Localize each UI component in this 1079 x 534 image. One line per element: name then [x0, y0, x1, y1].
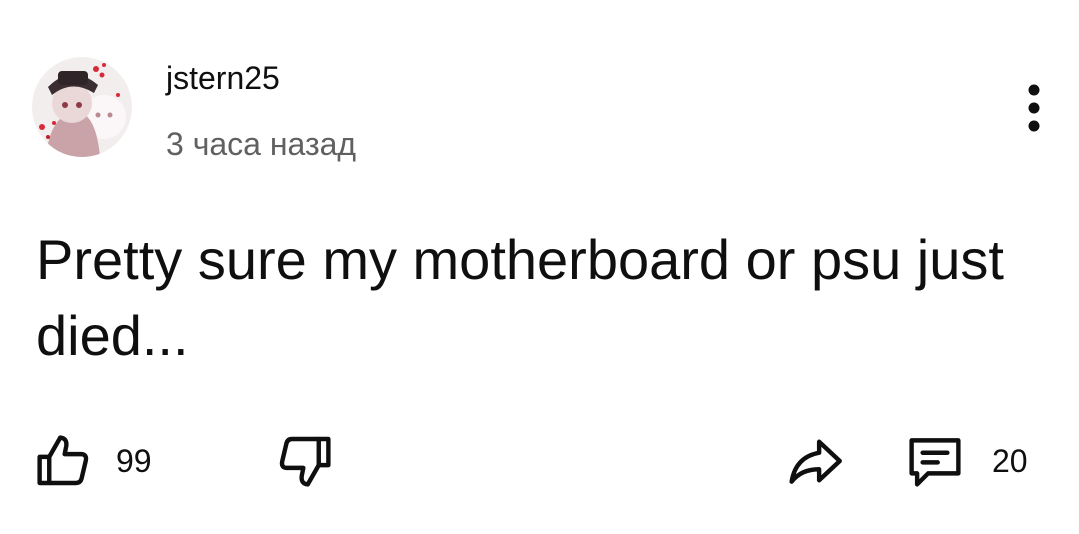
comments-button[interactable]: 20: [902, 428, 1028, 494]
thumb-down-icon: [279, 436, 331, 487]
thumb-up-icon: [37, 435, 89, 486]
author-name[interactable]: jstern25: [166, 56, 280, 100]
more-options-button[interactable]: [1012, 78, 1056, 138]
dislike-button[interactable]: [272, 428, 338, 494]
comment-icon: [909, 438, 961, 487]
share-button[interactable]: [782, 428, 848, 494]
more-vertical-icon: [1028, 84, 1040, 132]
post-timestamp: 3 часа назад: [166, 126, 357, 162]
post-text: Pretty sure my motherboard or psu just d…: [36, 228, 1004, 367]
like-button[interactable]: 99: [30, 428, 152, 494]
share-arrow-icon: [789, 439, 842, 484]
comment-count: 20: [992, 443, 1028, 479]
avatar[interactable]: [32, 57, 132, 157]
avatar-image: [32, 57, 132, 157]
like-count: 99: [116, 443, 152, 479]
